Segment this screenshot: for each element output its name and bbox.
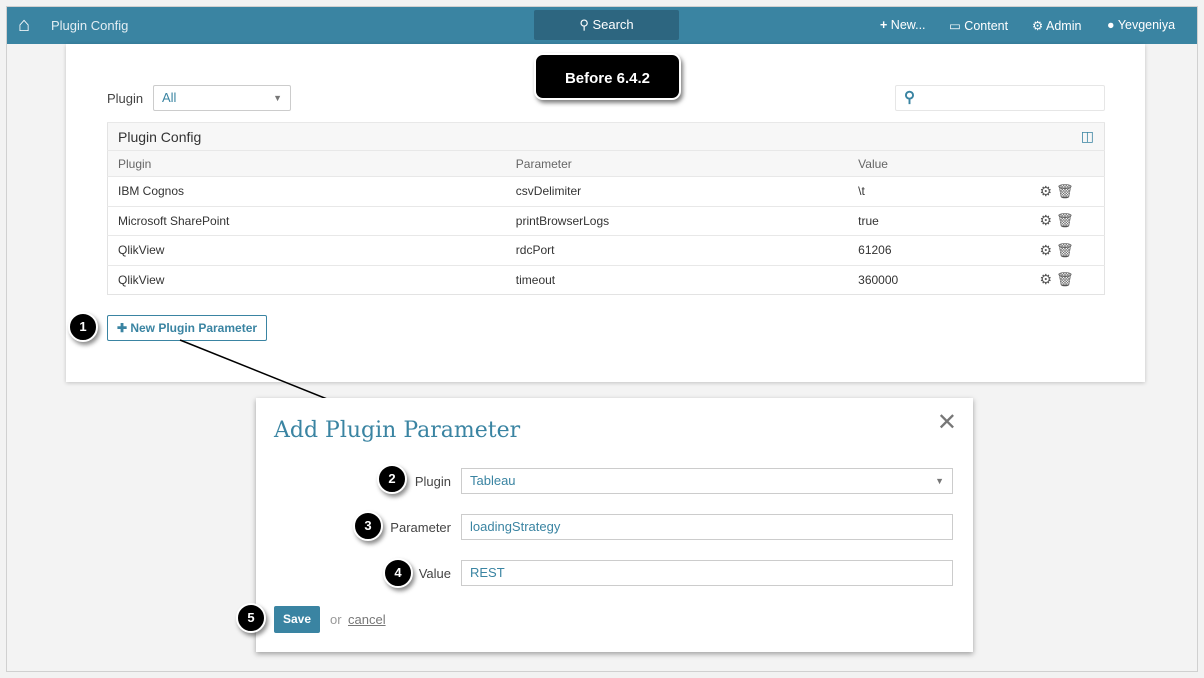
chevron-down-icon: ▼ bbox=[935, 476, 944, 486]
plugin-select-value: Tableau bbox=[470, 473, 516, 488]
close-icon[interactable]: ✕ bbox=[937, 408, 957, 437]
callout-1: 1 bbox=[68, 312, 98, 342]
value-input[interactable]: REST bbox=[461, 560, 953, 586]
callout-3: 3 bbox=[353, 511, 383, 541]
value-label: Value bbox=[418, 566, 451, 581]
plugin-select[interactable]: Tableau ▼ bbox=[461, 468, 953, 494]
save-button[interactable]: Save bbox=[274, 606, 320, 633]
callout-4: 4 bbox=[383, 558, 413, 588]
callout-2: 2 bbox=[377, 464, 407, 494]
plugin-label: Plugin bbox=[414, 474, 451, 489]
dialog-title: Add Plugin Parameter bbox=[274, 418, 521, 443]
callout-5: 5 bbox=[236, 603, 266, 633]
or-text: or bbox=[330, 612, 342, 627]
parameter-label: Parameter bbox=[390, 520, 451, 535]
parameter-input[interactable]: loadingStrategy bbox=[461, 514, 953, 540]
cancel-link[interactable]: cancel bbox=[348, 612, 386, 627]
